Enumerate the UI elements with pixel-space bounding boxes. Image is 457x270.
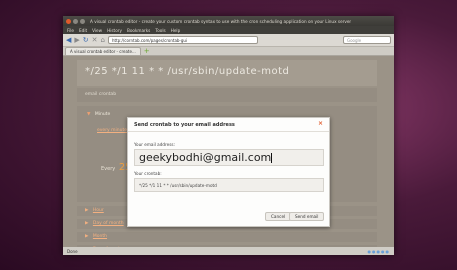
expand-arrow-icon: ▼: [87, 112, 91, 117]
dialog-title: Send crontab to your email address ×: [128, 118, 329, 132]
status-indicator-icon: ●●●●●: [367, 249, 390, 254]
menu-edit[interactable]: Edit: [79, 28, 87, 33]
window-minimize-icon[interactable]: [73, 18, 78, 24]
text-cursor: [271, 153, 273, 163]
section-month[interactable]: ▶ Month: [77, 232, 377, 242]
dialog-title-text: Send crontab to your email address: [134, 122, 235, 128]
close-icon[interactable]: ×: [318, 121, 323, 127]
status-bar: Done ●●●●●: [63, 247, 394, 255]
menu-bar: File Edit View History Bookmarks Tools H…: [63, 26, 394, 34]
every-label: Every: [101, 166, 116, 172]
cron-expression: */25 */1 11 * * /usr/sbin/update-motd: [77, 60, 377, 86]
menu-bookmarks[interactable]: Bookmarks: [127, 28, 150, 33]
menu-tools[interactable]: Tools: [155, 28, 165, 33]
status-text: Done: [67, 249, 78, 254]
forward-arrow-icon[interactable]: ▶: [74, 36, 79, 44]
menu-view[interactable]: View: [92, 28, 102, 33]
page-content: */25 */1 11 * * /usr/sbin/update-motd em…: [63, 56, 394, 255]
search-input[interactable]: Google: [343, 36, 391, 44]
email-value: geekybodhi@gmail.com: [139, 151, 272, 164]
every-minute-link[interactable]: every minute: [97, 128, 127, 133]
menu-file[interactable]: File: [67, 28, 74, 33]
title-bar: A visual crontab editor - create your cu…: [63, 16, 394, 26]
cancel-button[interactable]: Cancel: [265, 212, 292, 221]
navigation-toolbar: ◀ ▶ ↻ ✕ ⌂ http://corntab.com/pages/cront…: [63, 34, 394, 47]
tab-bar: A visual crontab editor - create... +: [63, 47, 394, 56]
send-email-button[interactable]: Send email: [289, 212, 325, 221]
email-field[interactable]: geekybodhi@gmail.com: [134, 149, 324, 166]
section-label: Day of month: [92, 221, 124, 226]
menu-help[interactable]: Help: [171, 28, 181, 33]
email-crontab-link[interactable]: email crontab: [77, 88, 377, 102]
url-bar[interactable]: http://corntab.com/pages/crontab-gui: [107, 36, 258, 44]
new-tab-icon[interactable]: +: [144, 47, 150, 55]
browser-window: A visual crontab editor - create your cu…: [63, 16, 394, 255]
home-icon[interactable]: ⌂: [101, 36, 105, 44]
back-arrow-icon[interactable]: ◀: [66, 36, 71, 44]
window-title: A visual crontab editor - create your cu…: [90, 18, 352, 24]
section-label: Month: [92, 234, 108, 239]
collapse-arrow-icon: ▶: [85, 208, 89, 213]
collapse-arrow-icon: ▶: [85, 221, 89, 226]
window-maximize-icon[interactable]: [80, 18, 85, 24]
window-close-icon[interactable]: [66, 18, 71, 24]
section-label: Hour: [92, 208, 104, 213]
crontab-label: Your crontab:: [134, 171, 162, 176]
send-email-dialog: Send crontab to your email address × You…: [127, 117, 330, 227]
collapse-arrow-icon: ▶: [85, 234, 89, 239]
email-label: Your email address:: [134, 142, 176, 147]
tab-crontab-editor[interactable]: A visual crontab editor - create...: [65, 47, 141, 55]
stop-icon[interactable]: ✕: [92, 36, 98, 44]
reload-icon[interactable]: ↻: [83, 36, 89, 44]
menu-history[interactable]: History: [107, 28, 122, 33]
minute-section-label: Minute: [94, 112, 111, 117]
crontab-field[interactable]: */25 */1 11 * * /usr/sbin/update-motd: [134, 178, 324, 192]
